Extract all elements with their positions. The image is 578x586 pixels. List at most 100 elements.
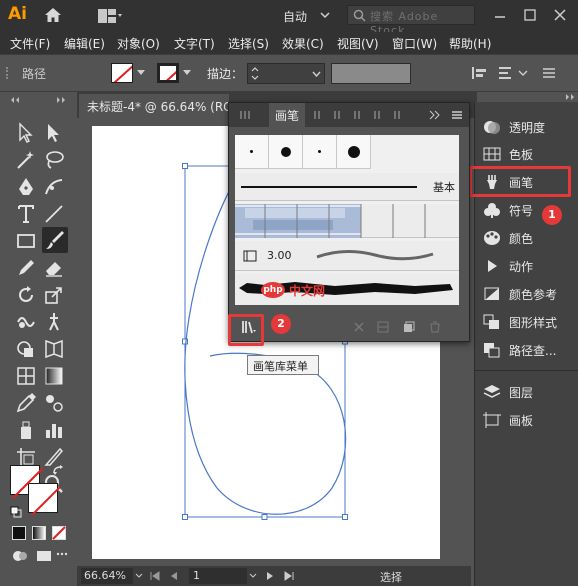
line-segment-tool-icon[interactable] — [42, 202, 66, 226]
symbol-sprayer-tool-icon[interactable] — [14, 418, 38, 442]
close-icon[interactable] — [552, 7, 568, 23]
panel-menu-icon[interactable] — [451, 109, 463, 121]
type-tool-icon[interactable] — [14, 202, 38, 226]
eraser-tool-icon[interactable] — [42, 256, 66, 280]
panel-color[interactable]: 颜色 — [475, 225, 578, 251]
brush-row-art[interactable]: php 中文网 — [235, 274, 459, 305]
menu-help[interactable]: 帮助(H) — [449, 35, 491, 52]
panel-layers[interactable]: 图层 — [475, 379, 578, 405]
step-badge-1: 1 — [542, 205, 562, 225]
none-mode-button[interactable] — [52, 526, 66, 540]
panel-color-guide[interactable]: 颜色参考 — [475, 281, 578, 307]
workspace-switcher-icon[interactable] — [98, 9, 122, 23]
mesh-tool-icon[interactable] — [14, 364, 38, 388]
stroke-weight-field[interactable] — [247, 63, 325, 84]
calligraphic-brush-swatch[interactable] — [337, 135, 371, 169]
calligraphic-brush-swatch[interactable] — [269, 135, 303, 169]
fill-swatch[interactable] — [111, 63, 133, 83]
menu-view[interactable]: 视图(V) — [337, 35, 379, 52]
puppet-warp-tool-icon[interactable] — [42, 310, 66, 334]
stepper-icon[interactable] — [251, 66, 259, 81]
chevron-down-icon[interactable] — [135, 573, 143, 578]
first-artboard-icon[interactable] — [149, 571, 161, 581]
curvature-tool-icon[interactable] — [42, 175, 66, 199]
previous-artboard-icon[interactable] — [169, 571, 179, 581]
panel-actions[interactable]: 动作 — [475, 253, 578, 279]
minimize-icon[interactable] — [492, 7, 508, 23]
menu-window[interactable]: 窗口(W) — [392, 35, 437, 52]
new-brush-icon[interactable] — [403, 321, 415, 333]
delete-brush-icon[interactable] — [429, 321, 441, 333]
next-artboard-icon[interactable] — [265, 571, 275, 581]
collapse-arrows-icon[interactable] — [8, 96, 68, 104]
panel-symbols[interactable]: 符号 — [475, 197, 578, 223]
workspace-label[interactable]: 自动 — [283, 8, 307, 25]
menu-type[interactable]: 文字(T) — [174, 35, 215, 52]
brush-row-bristle[interactable]: 3.00 — [235, 241, 459, 271]
remove-brush-stroke-icon[interactable] — [353, 321, 365, 333]
panel-transparency[interactable]: 透明度 — [475, 114, 578, 140]
menu-edit[interactable]: 编辑(E) — [64, 35, 105, 52]
direct-selection-tool-icon[interactable] — [42, 121, 66, 145]
shape-builder-tool-icon[interactable] — [14, 337, 38, 361]
eyedropper-tool-icon[interactable] — [14, 391, 38, 415]
document-tab[interactable]: 未标题-4* @ 66.64% (RG — [79, 94, 229, 118]
variable-width-profile[interactable] — [331, 63, 411, 84]
stock-search-input[interactable]: 搜索 Adobe Stock — [347, 5, 475, 37]
transform-icon[interactable] — [496, 64, 514, 82]
chevron-down-icon[interactable] — [249, 573, 257, 578]
panel-artboards[interactable]: 画板 — [475, 407, 578, 433]
panel-graphic-styles[interactable]: 图形样式 — [475, 309, 578, 335]
align-icon[interactable] — [470, 64, 488, 82]
warp-tool-icon[interactable] — [14, 310, 38, 334]
more-options-icon[interactable] — [540, 64, 558, 82]
panel-grip[interactable] — [6, 67, 10, 79]
maximize-icon[interactable] — [522, 7, 538, 23]
more-tabs-icon[interactable] — [429, 110, 441, 120]
gradient-mode-button[interactable] — [32, 526, 46, 540]
brush-row-basic[interactable]: 基本 — [235, 173, 459, 201]
fill-dropdown-arrow[interactable] — [137, 70, 145, 75]
panel-pathfinder[interactable]: 路径查... — [475, 337, 578, 363]
menu-file[interactable]: 文件(F) — [10, 35, 50, 52]
stroke-swatch[interactable] — [157, 63, 179, 83]
other-panel-tabs-icon[interactable] — [239, 109, 263, 121]
panel-swatches[interactable]: 色板 — [475, 141, 578, 167]
chevron-down-icon[interactable] — [514, 64, 532, 82]
collapse-arrows-icon[interactable] — [565, 94, 577, 100]
rectangle-tool-icon[interactable] — [14, 229, 38, 253]
screen-mode-icon[interactable] — [36, 548, 52, 564]
rotate-tool-icon[interactable] — [14, 283, 38, 307]
magic-wand-tool-icon[interactable] — [14, 148, 38, 172]
brush-options-icon[interactable] — [377, 321, 389, 333]
blend-tool-icon[interactable] — [42, 391, 66, 415]
paintbrush-tool[interactable] — [42, 227, 68, 253]
stroke-dropdown-arrow[interactable] — [183, 70, 191, 75]
lasso-tool-icon[interactable] — [42, 148, 66, 172]
panel-label: 透明度 — [509, 121, 546, 135]
chevron-down-icon[interactable] — [320, 12, 330, 18]
color-mode-button[interactable] — [12, 526, 26, 540]
draw-mode-icon[interactable] — [12, 548, 28, 564]
perspective-grid-tool-icon[interactable] — [42, 337, 66, 361]
artboard-number-field[interactable]: 1 — [189, 568, 247, 584]
calligraphic-brush-swatch[interactable] — [303, 135, 337, 169]
selection-tool-icon[interactable] — [14, 121, 38, 145]
menu-select[interactable]: 选择(S) — [228, 35, 269, 52]
tab-brushes[interactable]: 画笔 — [269, 103, 306, 127]
brush-row-pattern[interactable] — [235, 204, 459, 238]
zoom-level-field[interactable]: 66.64% — [81, 568, 133, 584]
menu-effect[interactable]: 效果(C) — [282, 35, 324, 52]
calligraphic-brush-swatch[interactable] — [235, 135, 269, 169]
gradient-tool-icon[interactable] — [42, 364, 66, 388]
column-graph-tool-icon[interactable] — [42, 418, 66, 442]
edit-toolbar-icon[interactable] — [56, 548, 68, 560]
pencil-tool-icon[interactable] — [14, 256, 38, 280]
pen-tool-icon[interactable] — [14, 175, 38, 199]
scale-tool-icon[interactable] — [42, 283, 66, 307]
last-artboard-icon[interactable] — [283, 571, 295, 581]
menu-object[interactable]: 对象(O) — [117, 35, 160, 52]
chevron-down-icon[interactable] — [312, 71, 321, 77]
other-panel-tabs-icon[interactable] — [311, 109, 421, 121]
home-icon[interactable] — [44, 7, 62, 23]
